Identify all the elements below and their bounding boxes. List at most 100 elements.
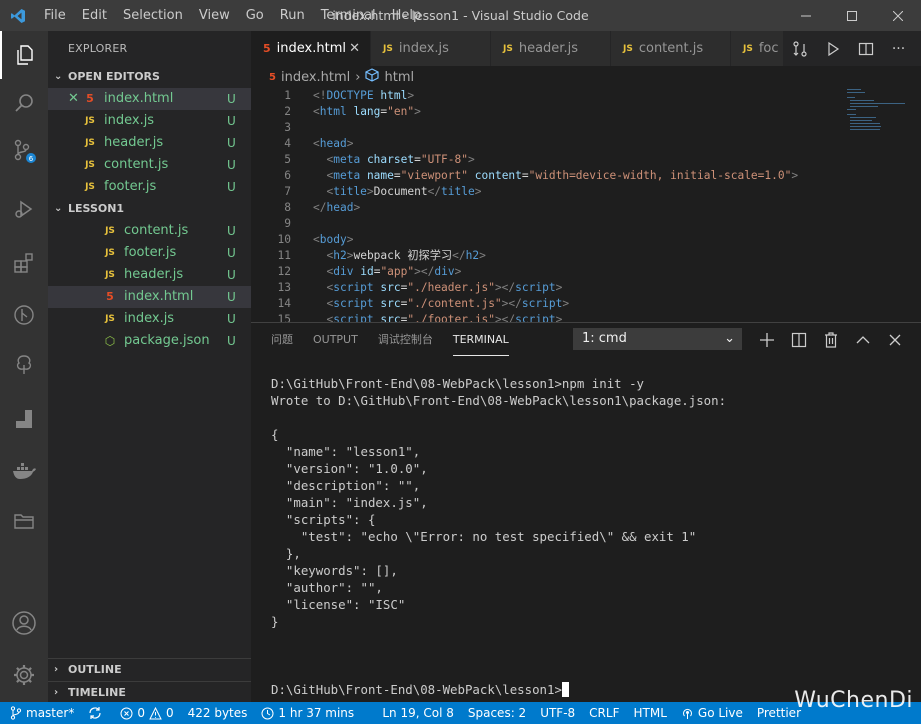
line-ending[interactable]: CRLF (582, 702, 626, 724)
git-graph-icon[interactable] (0, 291, 48, 339)
menu-run[interactable]: Run (272, 0, 313, 31)
code-token: Document (373, 185, 428, 198)
file-item-header-js[interactable]: JS header.js U (48, 264, 251, 286)
terminal-line-text: D:\GitHub\Front-End\08-WebPack\lesson1> (271, 682, 562, 697)
panel-tab-0[interactable]: 问题 (271, 323, 293, 356)
panel-tab-3[interactable]: TERMINAL (452, 323, 509, 356)
panel-tab-1[interactable]: OUTPUT (313, 323, 358, 356)
minimap[interactable] (847, 88, 907, 132)
code-token: charset (366, 153, 415, 166)
file-item-index-html[interactable]: 5 index.html U (48, 286, 251, 308)
file-item-index-js[interactable]: JS index.js U (48, 110, 251, 132)
git-compare-icon[interactable] (783, 31, 816, 66)
terminal-select[interactable]: 1: cmd ⌄ (573, 328, 742, 350)
code-token: "width=device-width, initial-scale=1.0" (528, 169, 792, 182)
terminal-line-text: { (271, 427, 279, 442)
breadcrumb-file[interactable]: index.html (281, 70, 350, 85)
breadcrumb-symbol[interactable]: html (384, 70, 414, 85)
maximize-panel-icon[interactable] (847, 323, 879, 356)
code-line: 2 <html lang="en"> (251, 104, 921, 120)
tab-header-js[interactable]: JS header.js (491, 31, 611, 66)
split-editor-icon[interactable] (849, 31, 882, 66)
tab-index-html[interactable]: 5 index.html ✕ (251, 31, 371, 66)
panel-tab-2[interactable]: 调试控制台 (378, 323, 433, 356)
git-status-badge: U (227, 158, 236, 172)
file-item-footer-js[interactable]: JS footer.js U (48, 242, 251, 264)
new-terminal-icon[interactable] (751, 323, 783, 356)
open-editors-header[interactable]: ⌄ OPEN EDITORS (48, 66, 251, 88)
settings-gear-icon[interactable] (0, 651, 48, 699)
run-debug-icon[interactable] (0, 185, 48, 233)
file-item-header-js[interactable]: JS header.js U (48, 132, 251, 154)
sync-icon[interactable] (81, 702, 113, 724)
tab-content-js[interactable]: JS content.js (611, 31, 731, 66)
docker-icon[interactable] (0, 447, 48, 495)
terminal-output[interactable]: D:\GitHub\Front-End\08-WebPack\lesson1>n… (271, 375, 726, 698)
file-item-footer-js[interactable]: JS footer.js U (48, 176, 251, 198)
js-file-icon: JS (85, 182, 95, 192)
code-token: script (521, 297, 563, 310)
split-terminal-icon[interactable] (783, 323, 815, 356)
source-control-icon[interactable]: 6 (0, 127, 48, 175)
close-panel-icon[interactable] (879, 323, 911, 356)
tab-index-js[interactable]: JS index.js (371, 31, 491, 66)
explorer-icon[interactable] (0, 31, 48, 79)
file-name: header.js (104, 135, 164, 150)
file-name: footer.js (104, 179, 157, 194)
file-item-package-json[interactable]: ⬡ package.json U (48, 330, 251, 352)
account-icon[interactable] (0, 599, 48, 647)
status-bar: master* 0 0 422 bytes 1 hr 37 mins Ln 19… (0, 702, 921, 724)
problems-indicator[interactable]: 0 0 (113, 702, 180, 724)
code-text: <head> (291, 136, 353, 152)
branch-indicator[interactable]: master* (0, 702, 81, 724)
close-window-icon[interactable] (875, 0, 921, 31)
code-editor[interactable]: 1 <!DOCTYPE html> 2 <html lang="en"> 3 4 <head… (251, 88, 921, 322)
terminal-cursor (561, 682, 569, 697)
search-icon[interactable] (0, 79, 48, 127)
file-item-index-html[interactable]: ✕ 5 index.html U (48, 88, 251, 110)
menu-view[interactable]: View (191, 0, 238, 31)
line-number: 4 (284, 137, 291, 150)
terminal-line: D:\GitHub\Front-End\08-WebPack\lesson1>n… (271, 375, 726, 392)
encoding[interactable]: UTF-8 (533, 702, 582, 724)
folder-header[interactable]: ⌄ LESSON1 (48, 198, 251, 220)
time-tracker[interactable]: 1 hr 37 mins (254, 702, 361, 724)
tab-label: foc (758, 41, 779, 56)
cursor-position[interactable]: Ln 19, Col 8 (375, 702, 461, 724)
line-number: 6 (284, 169, 291, 182)
more-actions-icon[interactable]: ··· (882, 31, 915, 66)
close-editor-icon[interactable]: ✕ (68, 88, 82, 110)
code-token: h2 (333, 249, 347, 262)
blocks-icon[interactable] (0, 395, 48, 443)
tree-icon[interactable] (0, 341, 48, 389)
indentation[interactable]: Spaces: 2 (461, 702, 533, 724)
title-bar: File Edit Selection View Go Run Terminal Help i… (0, 0, 921, 31)
extensions-icon[interactable] (0, 239, 48, 287)
code-token: script (333, 313, 374, 322)
tab-foc[interactable]: JS foc (731, 31, 791, 66)
maximize-icon[interactable] (829, 0, 875, 31)
file-item-content-js[interactable]: JS content.js U (48, 220, 251, 242)
code-token: ></ (414, 265, 435, 278)
menu-help[interactable]: Help (384, 0, 430, 31)
code-text: <body> (291, 232, 353, 248)
timeline-header[interactable]: › TIMELINE (48, 681, 251, 703)
outline-header[interactable]: › OUTLINE (48, 659, 251, 681)
menu-edit[interactable]: Edit (74, 0, 115, 31)
folder-icon[interactable] (0, 497, 48, 545)
code-text: <div id="app"></div> (291, 264, 461, 280)
run-icon[interactable] (816, 31, 849, 66)
broadcast-icon (682, 708, 692, 719)
language-mode[interactable]: HTML (626, 702, 673, 724)
minimize-icon[interactable] (783, 0, 829, 31)
file-item-index-js[interactable]: JS index.js U (48, 308, 251, 330)
file-item-content-js[interactable]: JS content.js U (48, 154, 251, 176)
menu-file[interactable]: File (36, 0, 74, 31)
menu-go[interactable]: Go (238, 0, 272, 31)
menu-terminal[interactable]: Terminal (313, 0, 384, 31)
trash-icon[interactable] (815, 323, 847, 356)
go-live-button[interactable]: Go Live (674, 702, 750, 724)
menu-selection[interactable]: Selection (115, 0, 191, 31)
close-tab-icon[interactable]: ✕ (349, 41, 360, 56)
